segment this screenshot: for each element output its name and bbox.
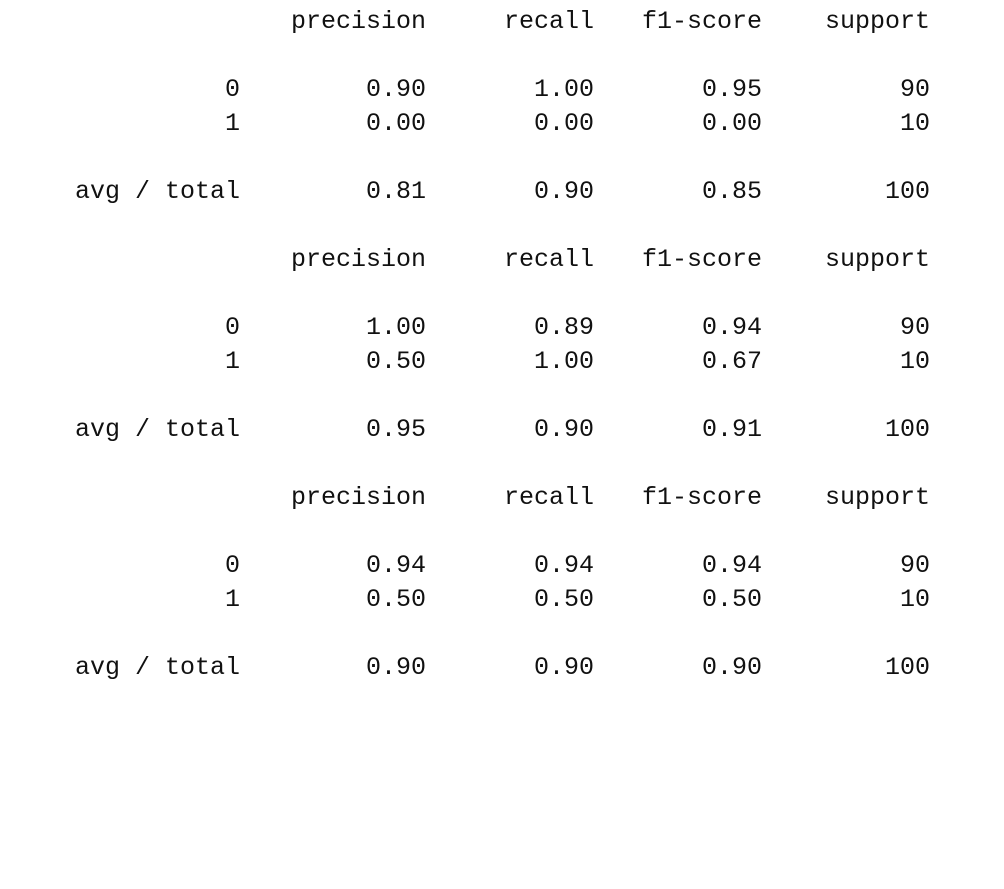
precision-value: 0.95: [365, 415, 426, 444]
avg-total-row: avg / total 0.95 0.90 0.91 100: [0, 413, 1004, 447]
precision-header: precision: [290, 7, 426, 36]
precision-value: 0.00: [365, 109, 426, 138]
f1-score-value: 0.90: [701, 653, 762, 682]
f1-score-value: 0.50: [701, 585, 762, 614]
support-value: 90: [899, 313, 930, 342]
header-row: precision recall f1-score support: [0, 5, 1004, 39]
precision-value: 1.00: [365, 313, 426, 342]
support-value: 10: [899, 109, 930, 138]
precision-value: 0.50: [365, 585, 426, 614]
recall-value: 0.00: [533, 109, 594, 138]
avg-total-label: avg / total: [74, 177, 240, 206]
class-label: 0: [224, 75, 240, 104]
precision-header: precision: [290, 245, 426, 274]
recall-header: recall: [503, 7, 594, 36]
recall-value: 1.00: [533, 347, 594, 376]
class-row: 1 0.00 0.00 0.00 10: [0, 107, 1004, 141]
f1-score-header: f1-score: [641, 7, 762, 36]
header-row: precision recall f1-score support: [0, 481, 1004, 515]
support-header: support: [824, 7, 930, 36]
support-value: 100: [884, 177, 930, 206]
precision-value: 0.94: [365, 551, 426, 580]
recall-value: 0.90: [533, 177, 594, 206]
class-label: 0: [224, 313, 240, 342]
recall-value: 0.90: [533, 415, 594, 444]
recall-value: 1.00: [533, 75, 594, 104]
precision-value: 0.81: [365, 177, 426, 206]
avg-total-label: avg / total: [74, 653, 240, 682]
support-value: 100: [884, 653, 930, 682]
recall-value: 0.50: [533, 585, 594, 614]
class-label: 1: [224, 347, 240, 376]
class-row: 0 0.94 0.94 0.94 90: [0, 549, 1004, 583]
class-row: 1 0.50 0.50 0.50 10: [0, 583, 1004, 617]
header-row: precision recall f1-score support: [0, 243, 1004, 277]
support-value: 10: [899, 585, 930, 614]
f1-score-value: 0.85: [701, 177, 762, 206]
class-label: 1: [224, 585, 240, 614]
recall-header: recall: [503, 245, 594, 274]
precision-value: 0.50: [365, 347, 426, 376]
class-row: 0 0.90 1.00 0.95 90: [0, 73, 1004, 107]
recall-value: 0.89: [533, 313, 594, 342]
f1-score-value: 0.94: [701, 551, 762, 580]
precision-header: precision: [290, 483, 426, 512]
support-header: support: [824, 245, 930, 274]
precision-value: 0.90: [365, 75, 426, 104]
precision-value: 0.90: [365, 653, 426, 682]
support-header: support: [824, 483, 930, 512]
class-row: 0 1.00 0.89 0.94 90: [0, 311, 1004, 345]
recall-header: recall: [503, 483, 594, 512]
f1-score-value: 0.00: [701, 109, 762, 138]
class-row: 1 0.50 1.00 0.67 10: [0, 345, 1004, 379]
f1-score-value: 0.95: [701, 75, 762, 104]
f1-score-value: 0.94: [701, 313, 762, 342]
f1-score-header: f1-score: [641, 245, 762, 274]
avg-total-row: avg / total 0.90 0.90 0.90 100: [0, 651, 1004, 685]
class-label: 0: [224, 551, 240, 580]
recall-value: 0.90: [533, 653, 594, 682]
classification-report-output: precision recall f1-score support 0 0.90…: [0, 0, 1004, 712]
support-value: 90: [899, 75, 930, 104]
recall-value: 0.94: [533, 551, 594, 580]
class-label: 1: [224, 109, 240, 138]
support-value: 90: [899, 551, 930, 580]
f1-score-value: 0.91: [701, 415, 762, 444]
avg-total-label: avg / total: [74, 415, 240, 444]
f1-score-value: 0.67: [701, 347, 762, 376]
avg-total-row: avg / total 0.81 0.90 0.85 100: [0, 175, 1004, 209]
support-value: 10: [899, 347, 930, 376]
support-value: 100: [884, 415, 930, 444]
f1-score-header: f1-score: [641, 483, 762, 512]
